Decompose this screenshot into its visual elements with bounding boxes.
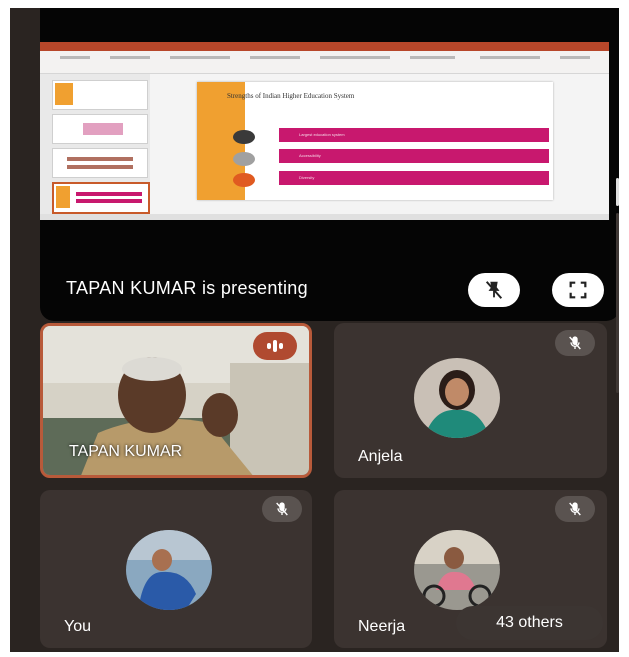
meeting-screen: Strengths of Indian Higher Education Sys… [10,8,619,652]
participant-name: TAPAN KUMAR [69,443,183,460]
participant-name: You [64,618,91,635]
participant-tile[interactable]: Anjela [334,323,607,478]
unpin-button[interactable] [468,273,520,307]
mic-off-icon [569,336,581,350]
mic-off-icon [569,502,581,516]
participant-name: Anjela [358,448,403,465]
participant-tile-self[interactable]: You [40,490,312,648]
scrollbar-track[interactable] [616,213,619,393]
speaking-indicator [253,332,297,360]
slide-bullet-icon [233,152,255,166]
slide-bullet: Largest education system [279,128,549,142]
avatar [414,358,500,438]
shared-screen: Strengths of Indian Higher Education Sys… [40,42,609,220]
presenting-label: TAPAN KUMAR is presenting [66,278,308,298]
slide-bullet: Accessibility [279,149,549,163]
others-count-button[interactable]: 43 others [456,606,603,640]
app-ribbon [40,51,609,74]
slide-bullet-icon [233,173,255,187]
presentation-stage[interactable]: Strengths of Indian Higher Education Sys… [40,8,619,321]
mic-off-icon [276,502,288,516]
slide-thumbnail-selected [52,182,150,214]
audio-wave-icon [267,340,283,352]
participant-tile-speaking[interactable]: TAPAN KUMAR [40,323,312,478]
avatar [414,530,500,610]
scrollbar-thumb[interactable] [616,178,619,206]
slide-thumbnails [40,74,150,214]
avatar [126,530,212,610]
app-title-bar [40,42,609,51]
fullscreen-button[interactable] [552,273,604,307]
unpin-icon [485,281,503,299]
slide-thumbnail [52,80,148,110]
participant-name: Neerja [358,618,406,635]
muted-indicator [555,330,595,356]
slide-thumbnail [52,148,148,178]
slide-title: Strengths of Indian Higher Education Sys… [227,92,355,100]
current-slide: Strengths of Indian Higher Education Sys… [197,82,553,200]
muted-indicator [555,496,595,522]
muted-indicator [262,496,302,522]
fullscreen-icon [569,281,587,299]
app-status-bar [40,214,609,220]
slide-bullet: Diversity [279,171,549,185]
slide-thumbnail [52,114,148,144]
slide-bullet-icon [233,130,255,144]
